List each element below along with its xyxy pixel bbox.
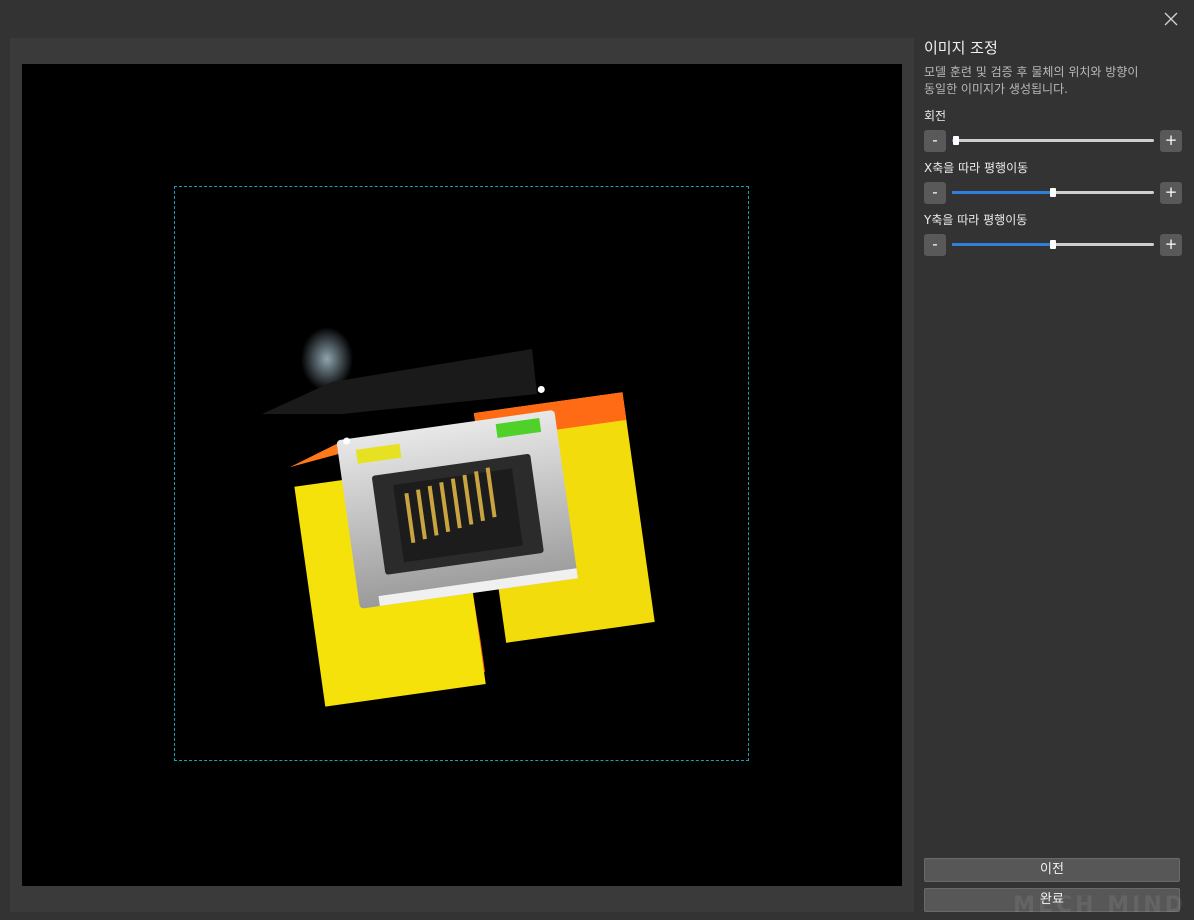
image-adjust-dialog: 이미지 조정 모델 훈련 및 검증 후 물체의 위치와 방향이 동일한 이미지가… bbox=[0, 0, 1194, 920]
slider-track bbox=[952, 139, 1154, 142]
slider-thumb[interactable] bbox=[1050, 188, 1056, 197]
y-translate-minus-button[interactable]: - bbox=[924, 234, 946, 256]
slider-thumb[interactable] bbox=[1050, 240, 1056, 249]
watermark: MECH MIND bbox=[1013, 893, 1186, 918]
panel-title: 이미지 조정 bbox=[924, 39, 998, 57]
rotation-plus-button[interactable]: + bbox=[1160, 130, 1182, 152]
rotation-minus-button[interactable]: - bbox=[924, 130, 946, 152]
image-viewer[interactable] bbox=[22, 64, 902, 886]
y-translate-plus-button[interactable]: + bbox=[1160, 234, 1182, 256]
x-translate-minus-button[interactable]: - bbox=[924, 182, 946, 204]
close-button[interactable] bbox=[1162, 10, 1180, 28]
rotation-label: 회전 bbox=[924, 109, 947, 123]
y-translate-control: - + bbox=[924, 234, 1182, 256]
rotation-slider[interactable] bbox=[952, 130, 1154, 152]
description-line-2: 동일한 이미지가 생성됩니다. bbox=[924, 82, 1068, 96]
x-translate-control: - + bbox=[924, 182, 1182, 204]
x-translate-slider[interactable] bbox=[952, 182, 1154, 204]
x-translate-label: X축을 따라 평행이동 bbox=[924, 161, 1029, 175]
slider-thumb[interactable] bbox=[953, 136, 960, 145]
slider-fill bbox=[952, 243, 1053, 246]
rotation-control: - + bbox=[924, 130, 1182, 152]
panel-description: 모델 훈련 및 검증 후 물체의 위치와 방향이 동일한 이미지가 생성됩니다. bbox=[924, 64, 1182, 98]
slider-fill bbox=[952, 191, 1053, 194]
x-translate-plus-button[interactable]: + bbox=[1160, 182, 1182, 204]
previous-button[interactable]: 이전 bbox=[924, 858, 1180, 882]
adjust-panel: 이미지 조정 모델 훈련 및 검증 후 물체의 위치와 방향이 동일한 이미지가… bbox=[924, 38, 1182, 912]
close-icon bbox=[1164, 12, 1178, 26]
description-line-1: 모델 훈련 및 검증 후 물체의 위치와 방향이 bbox=[924, 65, 1139, 79]
y-translate-label: Y축을 따라 평행이동 bbox=[924, 213, 1028, 227]
y-translate-slider[interactable] bbox=[952, 234, 1154, 256]
roi-box[interactable] bbox=[174, 186, 749, 761]
